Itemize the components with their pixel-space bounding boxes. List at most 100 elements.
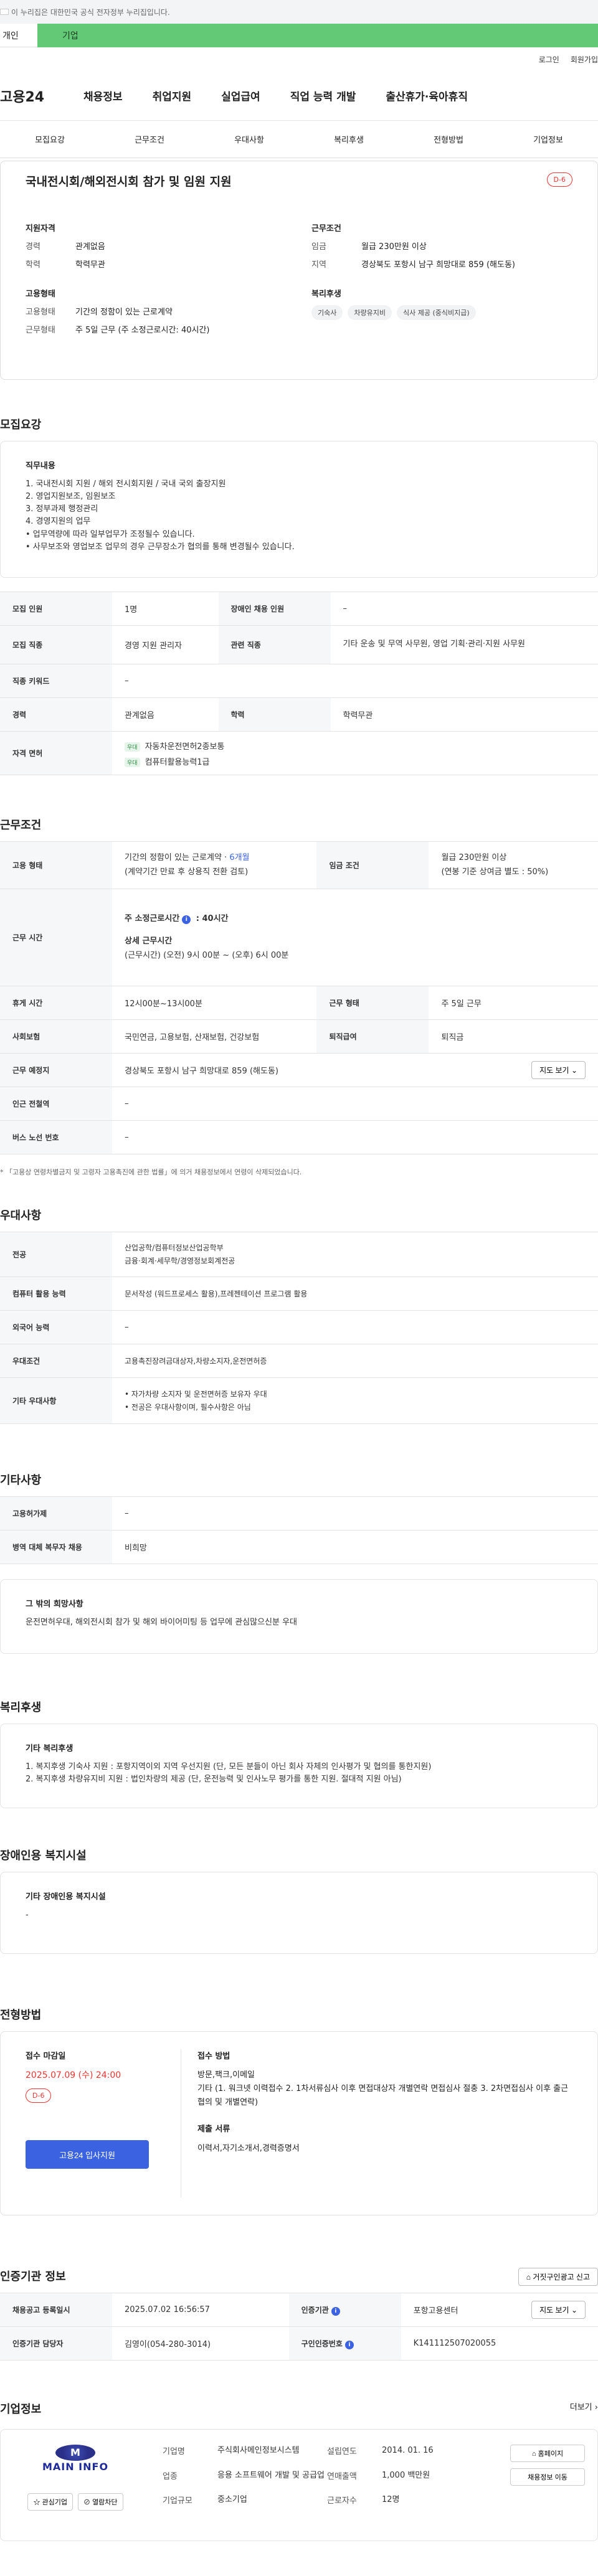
section-title-conditions: 근무조건 — [0, 819, 42, 832]
summary-heading: 지원자격 — [26, 224, 55, 234]
row-value: 산업공학/컴퓨터정보산업공학부 금융·회계·세무학/경영정보회계전공 — [112, 1232, 598, 1277]
apply-button[interactable]: 고용24 입사지원 — [26, 2140, 149, 2169]
info-icon[interactable]: i — [344, 2340, 354, 2349]
company-value: 2014. 01. 16 — [382, 2446, 434, 2455]
row-label: 우대조건 — [0, 1344, 112, 1378]
row-value: 포항고용센터 지도 보기 ⌄ — [401, 2293, 598, 2327]
etc-other-heading: 그 밖의 희망사항 — [26, 1600, 83, 1609]
job-summary-card: 국내전시회/해외전시회 참가 및 임원 지원 D-6 지원자격 경력 관계없음 학… — [0, 161, 598, 380]
company-more-link[interactable]: 더보기 › — [570, 2400, 598, 2412]
gov-notice-text: 이 누리집은 대한민국 공식 전자정부 누리집입니다. — [11, 7, 170, 17]
welfare-heading: 기타 복리후생 — [26, 1744, 74, 1753]
join-link[interactable]: 회원가입 — [571, 54, 598, 65]
duties-heading: 직무내용 — [26, 461, 55, 471]
row-label: 버스 노선 번호 — [0, 1120, 112, 1154]
interest-company-button[interactable]: ☆ 관심기업 — [27, 2493, 73, 2511]
login-link[interactable]: 로그인 — [539, 54, 559, 65]
row-label: 퇴직급여 — [316, 1019, 429, 1054]
block-company-button[interactable]: ⊘ 열람차단 — [78, 2493, 123, 2511]
section-title-etc: 기타사항 — [0, 1474, 42, 1487]
row-value: – — [330, 592, 598, 626]
tab-preferences[interactable]: 우대사항 — [199, 133, 299, 145]
etc-table: 고용허가제 – 병역 대체 복무자 채용 비희망 — [0, 1496, 598, 1564]
row-label: 고용허가제 — [0, 1496, 112, 1531]
tab-company[interactable]: 기업정보 — [498, 133, 598, 145]
company-key: 연매출액 — [327, 2471, 357, 2481]
summary-key: 지역 — [311, 260, 326, 270]
pref-tag: 우대 — [125, 742, 140, 752]
report-button[interactable]: ⌂ 거짓구인광고 신고 — [518, 2268, 598, 2286]
report-icon: ⌂ — [526, 2273, 531, 2281]
summary-heading: 근무조건 — [311, 224, 341, 234]
row-value: 기간의 정함이 있는 근로계약 · 6개월 (계약기간 만료 후 상용직 전환 … — [112, 841, 317, 889]
gnb-item-training[interactable]: 직업 능력 개발 — [275, 88, 371, 103]
section-title-disabled-welfare: 장애인용 복지시설 — [0, 1849, 87, 1862]
map-button-label: 지도 보기 — [539, 1066, 569, 1075]
section-tabs: 모집요강 근무조건 우대사항 복리후생 전형방법 기업정보 — [0, 121, 598, 158]
map-button[interactable]: 지도 보기 ⌄ — [531, 1061, 586, 1079]
agency-map-button[interactable]: 지도 보기 ⌄ — [531, 2301, 586, 2319]
duty-line: • 사무보조와 영업보조 업무의 경우 근무장소가 협의를 통해 변경될수 있습… — [26, 542, 295, 552]
section-title-preferences: 우대사항 — [0, 1209, 42, 1222]
company-key: 기업명 — [163, 2447, 185, 2456]
job-title: 국내전시회/해외전시회 참가 및 임원 지원 — [26, 175, 232, 189]
method-label: 접수 방법 — [197, 2052, 230, 2061]
license-name: 컴퓨터활용능력1급 — [145, 757, 210, 767]
gnb-item-employment-support[interactable]: 취업지원 — [138, 88, 207, 103]
emp-type-sub: (계약기간 만료 후 상용직 전환 검토) — [125, 867, 249, 877]
company-value: 1,000 백만원 — [382, 2470, 430, 2480]
gnb-item-unemployment[interactable]: 실업급여 — [206, 88, 275, 103]
duty-line: 4. 경영지원의 업무 — [26, 517, 91, 527]
gnb-item-parental-leave[interactable]: 출산휴가·육아휴직 — [371, 88, 483, 103]
hours-detail: (근무시간) (오전) 9시 00분 ~ (오후) 6시 00분 — [125, 950, 289, 960]
section-title-process: 전형방법 — [0, 2009, 42, 2022]
tab-process[interactable]: 전형방법 — [399, 133, 498, 145]
company-details: 기업명 주식회사메인정보시스템 업종 응용 소프트웨어 개발 및 공급업 기업규모 중… — [138, 2445, 585, 2526]
row-label: 자격 면허 — [0, 731, 112, 775]
company-logo: M MAIN INFO — [32, 2445, 119, 2473]
global-nav: 고용24 채용정보 취업지원 실업급여 직업 능력 개발 출산휴가·육아휴직 — [0, 71, 598, 121]
info-icon[interactable]: i — [182, 915, 191, 925]
etc-other-box: 그 밖의 희망사항 운전면허우대, 해외전시회 참가 및 해외 바이어미팅 등 … — [0, 1579, 598, 1654]
apply-box: 접수 마감일 2025.07.09 (수) 24:00 D-6 고용24 입사지… — [0, 2031, 598, 2215]
other-pref-item: • 전공은 우대사항이며, 필수사항은 아님 — [125, 1402, 251, 1412]
section-title-agency: 인증기관 정보 — [0, 2270, 66, 2283]
row-label: 임금 조건 — [316, 841, 429, 889]
gnb-item-jobs[interactable]: 채용정보 — [69, 88, 138, 103]
row-value: – — [112, 664, 598, 698]
dday-badge: D-6 — [546, 172, 572, 187]
row-label: 전공 — [0, 1232, 112, 1277]
tab-person[interactable]: 개인 — [0, 24, 37, 47]
agency-table: 채용공고 등록일시 2025.07.02 16:56:57 인증기관 i 포항고용… — [0, 2293, 598, 2361]
tab-company[interactable]: 기업 — [37, 24, 598, 47]
company-box: M MAIN INFO ☆ 관심기업 ⊘ 열람차단 기업명 주식회사메인정보시스템… — [0, 2429, 598, 2541]
docs-value: 이력서,자기소개서,경력증명서 — [197, 2144, 300, 2154]
major-item: 산업공학/컴퓨터정보산업공학부 — [125, 1243, 224, 1253]
homepage-label: 홈페이지 — [538, 2450, 564, 2458]
chevron-right-icon: › — [594, 2403, 598, 2412]
summary-value: 경상북도 포항시 남구 희망대로 859 (해도동) — [361, 260, 515, 270]
welfare-item: 2. 복지후생 차량유지비 지원 : 법인차량의 제공 (단, 운전능력 및 인… — [26, 1775, 402, 1785]
row-label: 모집 인원 — [0, 592, 112, 626]
summary-key: 근무형태 — [26, 326, 55, 335]
homepage-button[interactable]: ⌂ 홈페이지 — [510, 2445, 585, 2462]
company-value: 주식회사메인정보시스템 — [217, 2446, 300, 2455]
company-jobs-button[interactable]: 채용정보 이동 — [510, 2468, 585, 2486]
disabled-welfare-box: 기타 장애인용 복지시설 - — [0, 1872, 598, 1954]
docs-label: 제출 서류 — [197, 2125, 230, 2135]
info-icon[interactable]: i — [331, 2306, 340, 2316]
tab-welfare[interactable]: 복리후생 — [299, 133, 399, 145]
summary-heading: 복리후생 — [311, 290, 341, 299]
summary-employment: 고용형태 고용형태 기간의 정함이 있는 근로계약 근무형태 주 5일 근무 (주 … — [26, 287, 287, 341]
deadline-value: 2025.07.09 (수) 24:00 — [26, 2070, 121, 2080]
tab-conditions[interactable]: 근무조건 — [100, 133, 199, 145]
duties-box: 직무내용 1. 국내전시회 지원 / 해외 전시회지원 / 국내 국외 출장지원… — [0, 441, 598, 578]
site-logo[interactable]: 고용24 — [0, 86, 69, 106]
row-label: 근무 예정지 — [0, 1053, 112, 1087]
tab-recruit[interactable]: 모집요강 — [0, 133, 100, 145]
row-label: 근무 형태 — [316, 986, 429, 1020]
disabled-welfare-heading: 기타 장애인용 복지시설 — [26, 1892, 106, 1902]
apply-left: 접수 마감일 2025.07.09 (수) 24:00 D-6 고용24 입사지… — [26, 2049, 181, 2197]
pref-tag: 우대 — [125, 757, 140, 767]
row-value: 문서작성 (워드프로세스 활용),프레젠테이션 프로그램 활용 — [112, 1276, 598, 1311]
